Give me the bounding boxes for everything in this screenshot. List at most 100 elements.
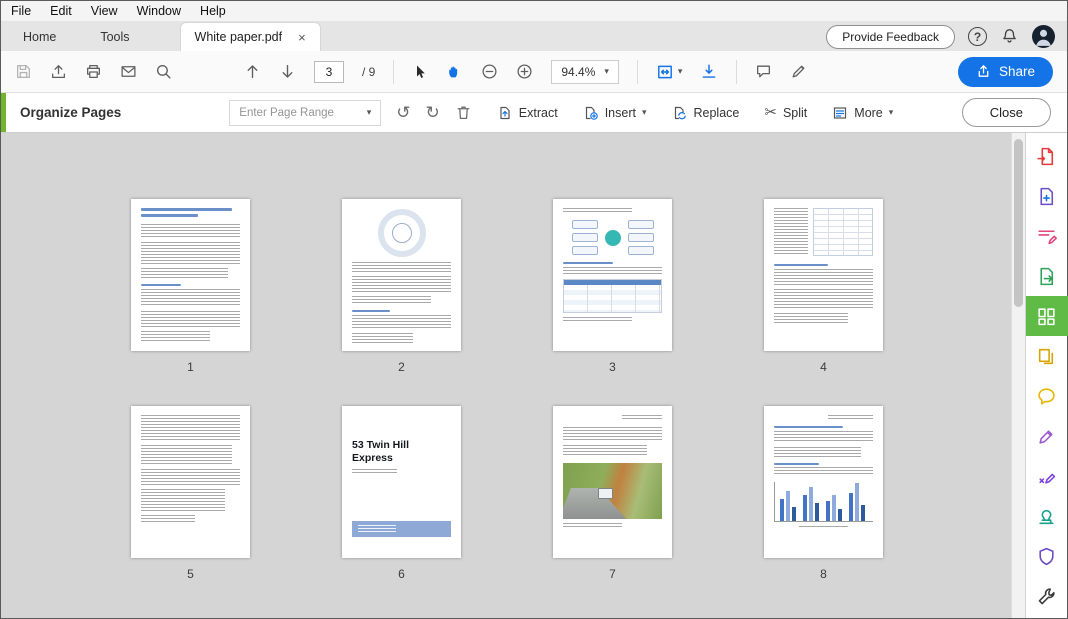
tools-rail xyxy=(1025,133,1067,618)
zoom-level-value: 94.4% xyxy=(561,65,595,79)
zoom-out-icon[interactable] xyxy=(481,63,498,80)
decor-heading xyxy=(774,426,843,428)
organize-pages-icon xyxy=(1036,306,1057,327)
extract-icon xyxy=(497,105,513,121)
next-page-icon[interactable] xyxy=(279,63,296,80)
decor-paragraph xyxy=(141,268,228,278)
sidebar-item-protect[interactable] xyxy=(1026,536,1068,576)
sidebar-item-edit-pdf[interactable] xyxy=(1026,216,1068,256)
more-label: More xyxy=(854,106,882,120)
more-button[interactable]: More ▾ xyxy=(832,105,893,121)
help-icon[interactable]: ? xyxy=(968,27,987,46)
zoom-level-dropdown[interactable]: 94.4% ▾ xyxy=(551,60,619,84)
close-tab-icon[interactable]: × xyxy=(298,31,306,44)
hand-tool-icon[interactable] xyxy=(446,63,463,80)
sidebar-item-comment[interactable] xyxy=(1026,376,1068,416)
insert-button[interactable]: Insert ▾ xyxy=(583,105,647,121)
rotate-right-icon[interactable]: ↻ xyxy=(426,104,440,121)
decor-heading xyxy=(563,262,613,264)
decor-paragraph xyxy=(141,489,225,511)
tab-home[interactable]: Home xyxy=(1,22,78,51)
page-number-label: 4 xyxy=(764,360,883,374)
page-thumbnail-8[interactable] xyxy=(764,406,883,558)
chevron-down-icon: ▾ xyxy=(642,108,647,117)
replace-button[interactable]: Replace xyxy=(672,105,740,121)
page-number-input[interactable] xyxy=(314,61,344,83)
email-icon[interactable] xyxy=(120,63,137,80)
page-thumbnail-cell: 2 xyxy=(342,199,461,374)
decor-circle-diagram xyxy=(378,209,426,257)
decor-paragraph xyxy=(563,208,632,214)
user-avatar[interactable] xyxy=(1032,25,1055,48)
decor-flow-column xyxy=(572,218,598,257)
upload-icon[interactable] xyxy=(50,63,67,80)
main-toolbar: / 9 94.4% ▾ xyxy=(1,51,1067,93)
provide-feedback-button[interactable]: Provide Feedback xyxy=(826,25,955,49)
decor-paragraph xyxy=(774,289,873,309)
protect-shield-icon xyxy=(1036,546,1057,567)
rotate-left-icon[interactable]: ↺ xyxy=(396,104,410,121)
menu-window[interactable]: Window xyxy=(137,4,181,18)
fill-sign-pen-icon xyxy=(1036,426,1057,447)
sidebar-item-more-tools[interactable] xyxy=(1026,576,1068,616)
sidebar-item-export-file[interactable] xyxy=(1026,256,1068,296)
menu-file[interactable]: File xyxy=(11,4,31,18)
chevron-down-icon: ▾ xyxy=(678,67,683,76)
page-number-label: 5 xyxy=(131,567,250,581)
zoom-in-icon[interactable] xyxy=(516,63,533,80)
close-button[interactable]: Close xyxy=(962,98,1051,127)
page-thumbnail-2[interactable] xyxy=(342,199,461,351)
sidebar-item-sign-certificates[interactable] xyxy=(1026,456,1068,496)
decor-paragraph xyxy=(774,208,808,254)
page-thumbnail-4[interactable] xyxy=(764,199,883,351)
delete-pages-icon[interactable] xyxy=(455,104,472,121)
sidebar-item-stamp[interactable] xyxy=(1026,496,1068,536)
split-button[interactable]: ✂ Split xyxy=(764,105,807,120)
page-thumbnail-cell: 7 xyxy=(553,406,672,581)
tab-bar: Home Tools White paper.pdf × Provide Fee… xyxy=(1,22,1067,51)
notifications-bell-icon[interactable] xyxy=(1000,27,1019,46)
page-number-label: 7 xyxy=(553,567,672,581)
save-icon[interactable] xyxy=(15,63,32,80)
menu-edit[interactable]: Edit xyxy=(50,4,72,18)
page-thumbnail-7[interactable] xyxy=(553,406,672,558)
page-thumbnail-5[interactable] xyxy=(131,406,250,558)
sidebar-item-export-pdf[interactable] xyxy=(1026,136,1068,176)
page-thumbnail-1[interactable] xyxy=(131,199,250,351)
page-thumbnail-3[interactable] xyxy=(553,199,672,351)
decor-flow-column xyxy=(628,218,654,257)
page-number-label: 2 xyxy=(342,360,461,374)
extract-button[interactable]: Extract xyxy=(497,105,558,121)
share-button[interactable]: Share xyxy=(958,57,1053,87)
search-icon[interactable] xyxy=(155,63,172,80)
scrolling-mode-icon[interactable] xyxy=(700,63,718,81)
decor-paragraph xyxy=(622,415,662,419)
sidebar-item-fill-sign[interactable] xyxy=(1026,416,1068,456)
tab-document[interactable]: White paper.pdf × xyxy=(180,22,321,51)
tab-tools[interactable]: Tools xyxy=(78,22,151,51)
print-icon[interactable] xyxy=(85,63,102,80)
sidebar-item-create-pdf[interactable] xyxy=(1026,176,1068,216)
decor-paragraph xyxy=(352,315,451,329)
page-range-dropdown[interactable]: Enter Page Range ▾ xyxy=(229,100,381,126)
comment-icon[interactable] xyxy=(755,63,772,80)
decor-bar-chart xyxy=(774,482,873,522)
previous-page-icon[interactable] xyxy=(244,63,261,80)
page-thumbnail-cell: 4 xyxy=(764,199,883,374)
select-tool-icon[interactable] xyxy=(412,64,428,80)
menu-help[interactable]: Help xyxy=(200,4,226,18)
stamp-icon xyxy=(1036,506,1057,527)
document-title: White paper.pdf xyxy=(195,30,283,44)
menu-view[interactable]: View xyxy=(91,4,118,18)
scrollbar-thumb[interactable] xyxy=(1014,139,1023,307)
page-thumbnail-6[interactable]: 53 Twin Hill Express xyxy=(342,406,461,558)
pencil-icon[interactable] xyxy=(790,63,807,80)
page-thumbnail-cell: 3 xyxy=(553,199,672,374)
vertical-scrollbar[interactable] xyxy=(1011,133,1025,618)
page-fit-icon[interactable]: ▾ xyxy=(656,63,683,81)
content-area: 1 2 xyxy=(1,133,1067,618)
toolbar-separator xyxy=(393,60,394,84)
sidebar-item-organize-pages[interactable] xyxy=(1026,296,1068,336)
sidebar-item-combine-files[interactable] xyxy=(1026,336,1068,376)
decor-cover-band xyxy=(352,521,451,537)
